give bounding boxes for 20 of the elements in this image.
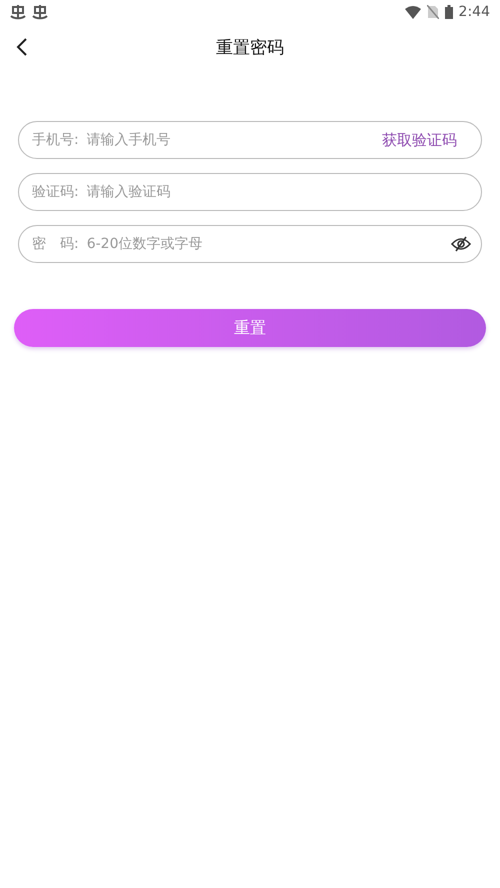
status-time: 2:44 bbox=[458, 4, 490, 20]
page-title: 重置密码 bbox=[216, 36, 284, 58]
wifi-icon bbox=[404, 6, 421, 18]
text-input[interactable]: 6-20位数字或字母 bbox=[84, 235, 445, 253]
input-field[interactable]: 密 码: 6-20位数字或字母 bbox=[18, 225, 482, 263]
field-label: 验证码: bbox=[32, 183, 79, 201]
notification-icon bbox=[10, 4, 26, 20]
reset-button[interactable]: 重置 bbox=[14, 309, 486, 347]
back-icon[interactable] bbox=[16, 38, 28, 56]
text-input[interactable]: 请输入手机号 bbox=[84, 131, 376, 149]
notification-icon bbox=[32, 4, 48, 20]
input-field[interactable]: 验证码: 请输入验证码 bbox=[18, 173, 482, 211]
no-sim-icon bbox=[426, 5, 439, 19]
field-label: 手机号: bbox=[32, 131, 79, 149]
battery-icon bbox=[444, 5, 453, 19]
field-label: 密 码: bbox=[32, 235, 79, 253]
get-code-button[interactable]: 获取验证码 bbox=[382, 130, 471, 150]
text-input[interactable]: 请输入验证码 bbox=[84, 183, 471, 201]
hidden-eye-icon[interactable] bbox=[451, 236, 471, 252]
input-field[interactable]: 手机号: 请输入手机号 获取验证码 bbox=[18, 121, 482, 159]
